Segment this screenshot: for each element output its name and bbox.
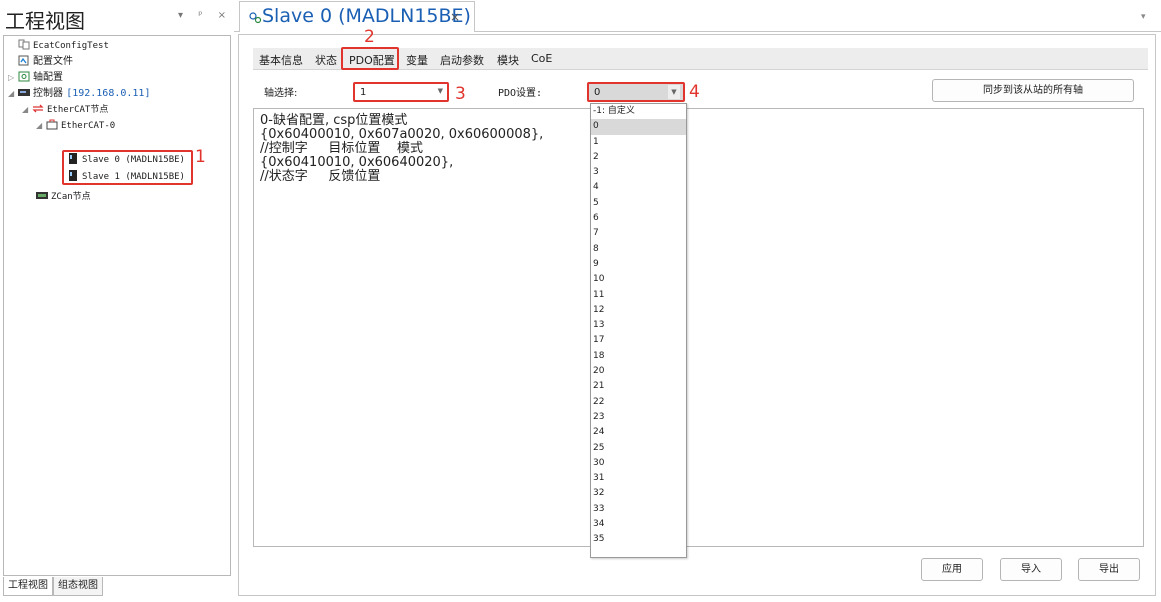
axis-select-label: 轴选择: [264,88,298,99]
dropdown-option[interactable]: 10 [591,272,686,287]
pdo-config-text: 0-缺省配置, csp位置模式 {0x60400010, 0x607a0020, … [260,114,543,184]
dropdown-option[interactable]: 11 [591,288,686,303]
tab-list-dropdown-icon[interactable]: ▾ [1141,12,1146,22]
file-icon [18,55,30,66]
annotation-1: 1 [195,147,206,167]
dropdown-option[interactable]: 12 [591,303,686,318]
annotation-2: 2 [364,27,375,47]
dropdown-option[interactable]: 21 [591,379,686,394]
zcan-icon [36,190,48,201]
dropdown-option[interactable]: 35 [591,532,686,547]
tree-item-config-file[interactable]: 配置文件 [18,54,73,70]
tab-modules[interactable]: 模块 [497,52,519,68]
tree-item-ethercat-node[interactable]: EtherCAT节点 [32,102,108,118]
panel-controls[interactable]: ▾ ᵖ × [178,10,232,21]
project-view-panel: 工程视图 ▾ ᵖ × EcatConfigTest 配置文件 ▷ 轴配置 ◢ 控… [0,0,234,602]
dropdown-option[interactable]: 1 [591,135,686,150]
pdo-dropdown-list[interactable]: -1: 自定义 0 1 2 3 4 5 6 7 8 9 10 11 12 13 17 18 20 21 22 23 24 2… [590,103,687,558]
dropdown-option[interactable]: 6 [591,211,686,226]
dropdown-option[interactable]: 5 [591,196,686,211]
dropdown-option[interactable]: 33 [591,502,686,517]
tab-config-view[interactable]: 组态视图 [53,577,103,596]
ethercat-icon [32,103,44,114]
dropdown-option[interactable]: 31 [591,471,686,486]
pdo-setting-label: PDO设置: [498,88,543,99]
panel-title: 工程视图 [5,9,85,33]
dropdown-option[interactable]: 20 [591,364,686,379]
import-button[interactable]: 导入 [1000,558,1062,581]
dropdown-option[interactable]: 0 [591,119,686,135]
dropdown-option[interactable]: -1: 自定义 [591,104,686,119]
slave-node-icon [248,10,262,24]
pdo-setting-select[interactable]: 0 ▼ [587,82,685,102]
close-icon[interactable]: × [450,10,460,24]
pdo-select-value: 0 [594,87,601,98]
collapse-arrow-icon[interactable]: ◢ [8,89,14,98]
tab-variables[interactable]: 变量 [406,52,428,68]
dropdown-option[interactable]: 24 [591,425,686,440]
dropdown-option[interactable]: 32 [591,486,686,501]
apply-button[interactable]: 应用 [921,558,983,581]
dropdown-option[interactable]: 17 [591,333,686,348]
dropdown-option[interactable]: 34 [591,517,686,532]
collapse-arrow-icon[interactable]: ◢ [36,121,42,130]
document-tab[interactable]: Slave 0 (MADLN15BE) × [239,1,475,32]
dropdown-option[interactable]: 22 [591,395,686,410]
tab-startup-params[interactable]: 启动参数 [440,52,484,68]
chevron-down-icon: ▼ [437,87,443,95]
tree-item-zcan-node[interactable]: ZCan节点 [36,189,91,205]
tab-status[interactable]: 状态 [315,52,337,68]
dropdown-option[interactable]: 2 [591,150,686,165]
tab-coe[interactable]: CoE [531,52,552,65]
dropdown-option[interactable]: 13 [591,318,686,333]
editor-line: {0x60410010, 0x60640020}, [260,155,454,170]
annotation-3: 3 [455,84,466,104]
dropdown-option[interactable]: 25 [591,441,686,456]
export-button[interactable]: 导出 [1078,558,1140,581]
highlight-box-pdo-tab [341,47,399,70]
project-tree: EcatConfigTest 配置文件 ▷ 轴配置 ◢ 控制器 [192.168… [3,35,231,576]
dropdown-option[interactable]: 30 [591,456,686,471]
dropdown-option[interactable]: 9 [591,257,686,272]
tree-item-controller[interactable]: 控制器 [192.168.0.11] [18,86,150,102]
editor-line: {0x60400010, 0x607a0020, 0x60600008}, [260,127,544,142]
expand-arrow-icon[interactable]: ▷ [8,73,14,82]
tree-item-axis-config[interactable]: 轴配置 [18,70,63,86]
network-port-icon [46,119,58,130]
tree-item-ecat-config[interactable]: EcatConfigTest [18,38,109,54]
editor-line: //状态字 反馈位置 [260,169,381,184]
tree-item-ethercat-0[interactable]: EtherCAT-0 [46,118,115,134]
pdo-config-editor[interactable]: 0-缺省配置, csp位置模式 {0x60400010, 0x607a0020, … [253,108,1144,547]
axis-icon [18,71,30,82]
tab-basic-info[interactable]: 基本信息 [259,52,303,68]
chevron-down-icon: ▼ [668,85,680,99]
project-icon [18,39,30,50]
tab-project-view[interactable]: 工程视图 [3,577,53,596]
dropdown-option[interactable]: 23 [591,410,686,425]
dropdown-option[interactable]: 3 [591,165,686,180]
left-bottom-tabs: 工程视图 组态视图 [3,577,103,597]
highlight-box-slaves [62,150,193,185]
annotation-4: 4 [689,82,700,102]
controller-icon [18,87,30,98]
document-tab-title: Slave 0 (MADLN15BE) [262,5,471,27]
editor-line: 0-缺省配置, csp位置模式 [260,113,408,128]
dropdown-option[interactable]: 18 [591,349,686,364]
dropdown-option[interactable]: 8 [591,242,686,257]
axis-select-value: 1 [360,87,367,98]
dropdown-option[interactable]: 4 [591,180,686,195]
dropdown-option[interactable]: 7 [591,226,686,241]
editor-line: //控制字 目标位置 模式 [260,141,423,156]
collapse-arrow-icon[interactable]: ◢ [22,105,28,114]
sync-all-axes-button[interactable]: 同步到该从站的所有轴 [932,79,1134,102]
axis-select[interactable]: 1 ▼ [353,82,449,102]
